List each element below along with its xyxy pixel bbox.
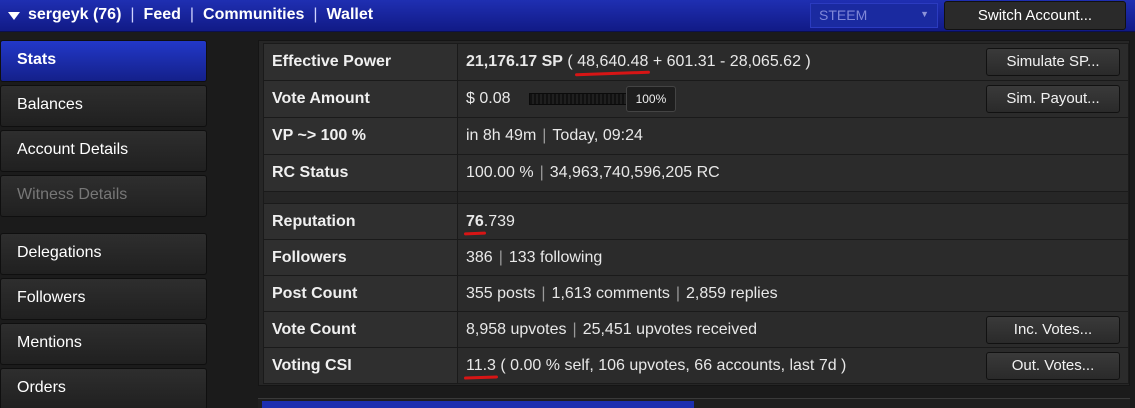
stats-table: Effective Power 21,176.17 SP ( 48,640.48… [263,43,1129,384]
select-arrow-icon: ▼ [920,9,929,19]
separator: | [539,164,544,181]
separator: | [675,284,680,302]
comments-count: 1,613 comments [551,284,670,302]
bottom-tab-strip [262,401,694,408]
separator: | [313,6,318,23]
reputation-label: Reputation [263,203,458,240]
switch-account-button[interactable]: Switch Account... [944,1,1126,30]
csi-details: ( 0.00 % self, 106 upvotes, 66 accounts,… [500,356,847,374]
post-count-label: Post Count [263,275,458,312]
bottom-strip [258,398,1130,408]
top-menu: sergeyk (76) | Feed | Communities | Wall… [8,6,373,24]
vote-amount-value: $ 0.08 100% Sim. Payout... [457,80,1129,118]
sidebar-item-account-details[interactable]: Account Details [0,130,207,172]
upvotes-received: 25,451 upvotes received [582,320,758,338]
table-row: RC Status 100.00 % | 34,963,740,596,205 RC [263,154,1129,192]
posts-count: 355 posts [466,284,536,302]
vote-amount-label: Vote Amount [263,80,458,118]
vote-count-label: Vote Count [263,311,458,348]
effective-power-label: Effective Power [263,43,458,81]
separator: | [541,284,546,302]
out-votes-button[interactable]: Out. Votes... [986,352,1120,380]
post-count-value: 355 posts | 1,613 comments | 2,859 replies [457,275,1129,312]
wallet-link[interactable]: Wallet [327,6,374,24]
sidebar-item-followers[interactable]: Followers [0,278,207,320]
effective-sp: 21,176.17 SP [466,53,563,70]
table-row: Vote Count 8,958 upvotes | 25,451 upvotes … [263,311,1129,348]
sim-payout-button[interactable]: Sim. Payout... [986,85,1120,113]
followers-label: Followers [263,239,458,276]
chain-select-value: STEEM [819,7,868,23]
separator: | [189,6,195,23]
reputation-minor: .739 [483,212,515,230]
separator: | [498,248,503,266]
table-row: Voting CSI 11.3 ( 0.00 % self, 106 upvot… [263,347,1129,384]
top-bar: sergeyk (76) | Feed | Communities | Wall… [0,0,1135,32]
sidebar-item-balances[interactable]: Balances [0,85,207,127]
followers-value: 386 | 133 following [457,239,1129,276]
table-row: VP ~> 100 % in 8h 49m | Today, 09:24 [263,117,1129,155]
rc-label: RC Status [263,154,458,192]
sidebar: Stats Balances Account Details Witness D… [0,40,207,408]
sp-breakdown: + 601.31 - 28,065.62 ) [652,53,811,70]
chain-select[interactable]: STEEM ▼ [810,3,938,28]
reputation-value: 76.739 [457,203,1129,240]
rc-percent: 100.00 % [466,164,534,181]
table-row: Vote Amount $ 0.08 100% Sim. Payout... [263,80,1129,118]
vp-time: in 8h 49m [466,127,537,144]
following-count: 133 following [508,248,603,266]
vote-weight-percent[interactable]: 100% [625,85,676,112]
paren-open: ( [567,53,573,70]
vote-amount: $ 0.08 [466,90,511,107]
vp-value: in 8h 49m | Today, 09:24 [457,117,1129,155]
vote-weight-slider[interactable]: 100% [528,85,676,112]
reputation-major: 76 [466,212,484,230]
sidebar-item-orders[interactable]: Orders [0,368,207,408]
dropdown-caret-icon[interactable] [8,12,20,20]
simulate-sp-button[interactable]: Simulate SP... [986,48,1120,76]
inc-votes-button[interactable]: Inc. Votes... [986,316,1120,344]
communities-link[interactable]: Communities [203,6,304,24]
table-row: Post Count 355 posts | 1,613 comments | 2,85… [263,275,1129,312]
sidebar-item-witness-details: Witness Details [0,175,207,217]
replies-count: 2,859 replies [685,284,778,302]
followers-count: 386 [466,248,493,266]
vp-when: Today, 09:24 [552,127,643,144]
csi-value: 11.3 [466,356,496,374]
sidebar-item-delegations[interactable]: Delegations [0,233,207,275]
own-sp: 48,640.48 [577,53,649,70]
sidebar-item-stats[interactable]: Stats [0,40,207,82]
separator: | [130,6,135,23]
sidebar-item-mentions[interactable]: Mentions [0,323,207,365]
table-row: Effective Power 21,176.17 SP ( 48,640.48… [263,43,1129,81]
voting-csi-label: Voting CSI [263,347,458,384]
separator: | [542,127,547,144]
voting-csi-value: 11.3 ( 0.00 % self, 106 upvotes, 66 acco… [457,347,1129,384]
vp-label: VP ~> 100 % [263,117,458,155]
user-account-link[interactable]: sergeyk (76) [28,6,121,24]
vote-count-value: 8,958 upvotes | 25,451 upvotes received In… [457,311,1129,348]
upvotes-count: 8,958 upvotes [466,320,567,338]
feed-link[interactable]: Feed [144,6,181,24]
separator: | [572,320,577,338]
table-gap-row [263,191,1129,204]
effective-power-value: 21,176.17 SP ( 48,640.48 + 601.31 - 28,0… [457,43,1129,81]
table-row: Reputation 76.739 [263,203,1129,240]
table-row: Followers 386 | 133 following [263,239,1129,276]
rc-amount: 34,963,740,596,205 RC [549,164,720,181]
rc-value: 100.00 % | 34,963,740,596,205 RC [457,154,1129,192]
